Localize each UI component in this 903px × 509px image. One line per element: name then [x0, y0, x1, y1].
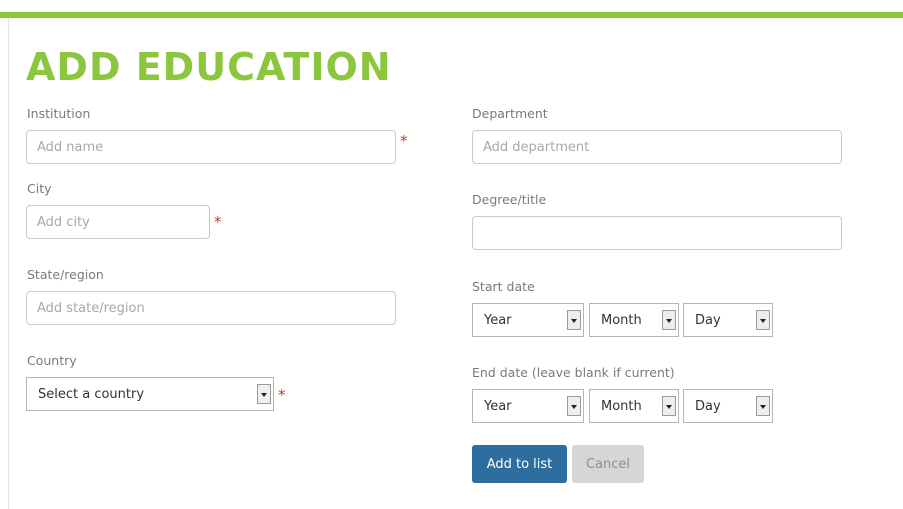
- state-input[interactable]: [26, 291, 396, 325]
- start-year-select[interactable]: Year: [472, 303, 584, 337]
- institution-input[interactable]: [26, 130, 396, 164]
- institution-required-mark: *: [400, 132, 408, 150]
- end-month-value: Month: [601, 399, 642, 414]
- start-day-value: Day: [695, 313, 721, 328]
- end-day-value: Day: [695, 399, 721, 414]
- department-input[interactable]: [472, 130, 842, 164]
- country-label: Country: [27, 353, 77, 368]
- degree-label: Degree/title: [472, 192, 547, 207]
- accent-bar: [0, 12, 903, 18]
- panel-border: [8, 18, 9, 509]
- page-title: ADD EDUCATION: [26, 45, 392, 89]
- chevron-down-icon[interactable]: [567, 396, 581, 416]
- end-year-select[interactable]: Year: [472, 389, 584, 423]
- state-label: State/region: [27, 267, 104, 282]
- chevron-down-icon[interactable]: [662, 310, 676, 330]
- start-year-value: Year: [484, 313, 512, 328]
- city-label: City: [27, 181, 52, 196]
- city-input[interactable]: [26, 205, 210, 239]
- degree-input[interactable]: [472, 216, 842, 250]
- end-day-select[interactable]: Day: [683, 389, 773, 423]
- chevron-down-icon[interactable]: [756, 396, 770, 416]
- add-education-page: ADD EDUCATION Institution * City * State…: [0, 0, 903, 509]
- institution-label: Institution: [27, 106, 91, 121]
- start-month-value: Month: [601, 313, 642, 328]
- department-label: Department: [472, 106, 548, 121]
- country-select[interactable]: Select a country: [26, 377, 274, 411]
- chevron-down-icon[interactable]: [662, 396, 676, 416]
- chevron-down-icon[interactable]: [756, 310, 770, 330]
- end-month-select[interactable]: Month: [589, 389, 679, 423]
- start-day-select[interactable]: Day: [683, 303, 773, 337]
- city-required-mark: *: [214, 213, 222, 231]
- start-date-label: Start date: [472, 279, 535, 294]
- add-to-list-button[interactable]: Add to list: [472, 445, 567, 483]
- end-year-value: Year: [484, 399, 512, 414]
- chevron-down-icon[interactable]: [567, 310, 581, 330]
- country-required-mark: *: [278, 386, 286, 404]
- country-select-value: Select a country: [38, 387, 145, 402]
- cancel-button[interactable]: Cancel: [572, 445, 644, 483]
- chevron-down-icon[interactable]: [257, 384, 271, 404]
- end-date-label: End date (leave blank if current): [472, 365, 675, 380]
- start-month-select[interactable]: Month: [589, 303, 679, 337]
